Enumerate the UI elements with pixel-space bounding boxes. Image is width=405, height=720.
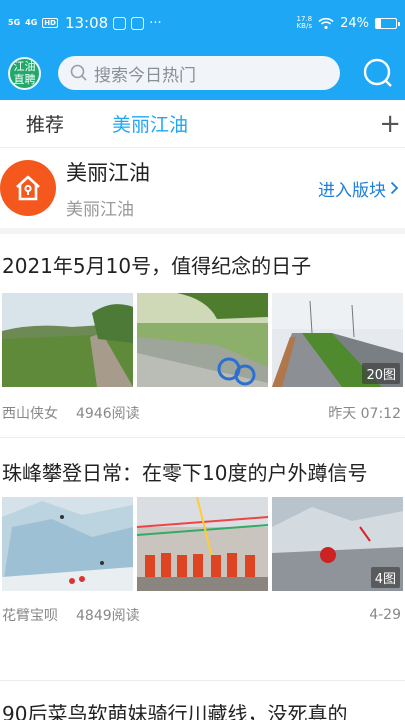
article-views: 4849阅读 bbox=[76, 608, 140, 624]
battery-icon bbox=[375, 17, 400, 29]
section-divider bbox=[0, 228, 405, 234]
notification-app-icon bbox=[113, 16, 127, 30]
search-input[interactable]: 搜索今日热门 bbox=[58, 56, 340, 90]
article-thumbnail: 20图 bbox=[272, 293, 403, 387]
enter-board-link[interactable]: 进入版块 bbox=[318, 176, 399, 201]
chevron-right-icon bbox=[390, 181, 399, 195]
article-card[interactable]: 2021年5月10号，值得纪念的日子 20图 西山侠女 4946阅读 昨天 07… bbox=[0, 248, 405, 433]
battery-percent: 24% bbox=[340, 15, 369, 31]
article-title: 珠峰攀登日常：在零下10度的户外蹲信号 bbox=[2, 461, 368, 485]
signal-4g-indicator: 4G bbox=[25, 18, 38, 27]
tab-meili-jiangyou[interactable]: 美丽江油 bbox=[112, 110, 188, 137]
status-time: 13:08 bbox=[64, 14, 109, 32]
category-tabs: 推荐 美丽江油 + bbox=[0, 100, 405, 148]
signal-5g-indicator: 5G bbox=[8, 18, 21, 27]
board-home-icon bbox=[0, 160, 56, 216]
article-author[interactable]: 西山侠女 bbox=[2, 403, 58, 423]
search-button[interactable] bbox=[361, 56, 395, 90]
board-name: 美丽江油 bbox=[66, 160, 150, 185]
more-notifications-icon: ··· bbox=[149, 15, 162, 31]
article-title: 2021年5月10号，值得纪念的日子 bbox=[2, 254, 312, 278]
article-thumbnail bbox=[137, 497, 268, 591]
list-divider bbox=[0, 680, 405, 681]
hd-badge: HD bbox=[42, 18, 58, 28]
article-time: 4-29 bbox=[369, 607, 401, 623]
article-title: 90后菜鸟软萌妹骑行川藏线，没死真的 bbox=[2, 702, 348, 720]
board-subtitle: 美丽江油 bbox=[66, 199, 134, 220]
enter-board-label: 进入版块 bbox=[318, 180, 386, 201]
article-time: 昨天 07:12 bbox=[328, 406, 401, 422]
notification-app-icon bbox=[131, 16, 145, 30]
tab-recommend[interactable]: 推荐 bbox=[26, 110, 64, 137]
add-tab-button[interactable]: + bbox=[379, 111, 401, 137]
search-icon bbox=[363, 58, 392, 87]
article-card[interactable]: 珠峰攀登日常：在零下10度的户外蹲信号 4图 花臂宝呗 4849阅读 4-29 bbox=[0, 455, 405, 635]
list-divider bbox=[0, 437, 405, 438]
search-placeholder: 搜索今日热门 bbox=[94, 65, 196, 86]
app-header: 江油 直聘 搜索今日热门 bbox=[0, 46, 405, 100]
search-icon bbox=[70, 64, 87, 81]
article-card[interactable]: 90后菜鸟软萌妹骑行川藏线，没死真的 bbox=[0, 696, 405, 720]
image-count-badge: 20图 bbox=[362, 363, 400, 384]
article-views: 4946阅读 bbox=[76, 406, 140, 422]
article-thumbnail: 4图 bbox=[272, 497, 403, 591]
article-author[interactable]: 花臂宝呗 bbox=[2, 605, 58, 625]
app-logo[interactable]: 江油 直聘 bbox=[8, 56, 41, 90]
article-thumbnail bbox=[137, 293, 268, 387]
wifi-icon bbox=[318, 17, 334, 29]
board-header[interactable]: 美丽江油 美丽江油 进入版块 bbox=[0, 149, 405, 227]
status-bar: 5G 4G HD 13:08 ··· 17.8 KB/s 24% bbox=[0, 0, 405, 46]
article-thumbnail bbox=[2, 497, 133, 591]
image-count-badge: 4图 bbox=[370, 567, 400, 588]
network-speed: 17.8 KB/s bbox=[296, 15, 313, 30]
article-thumbnail bbox=[2, 293, 133, 387]
